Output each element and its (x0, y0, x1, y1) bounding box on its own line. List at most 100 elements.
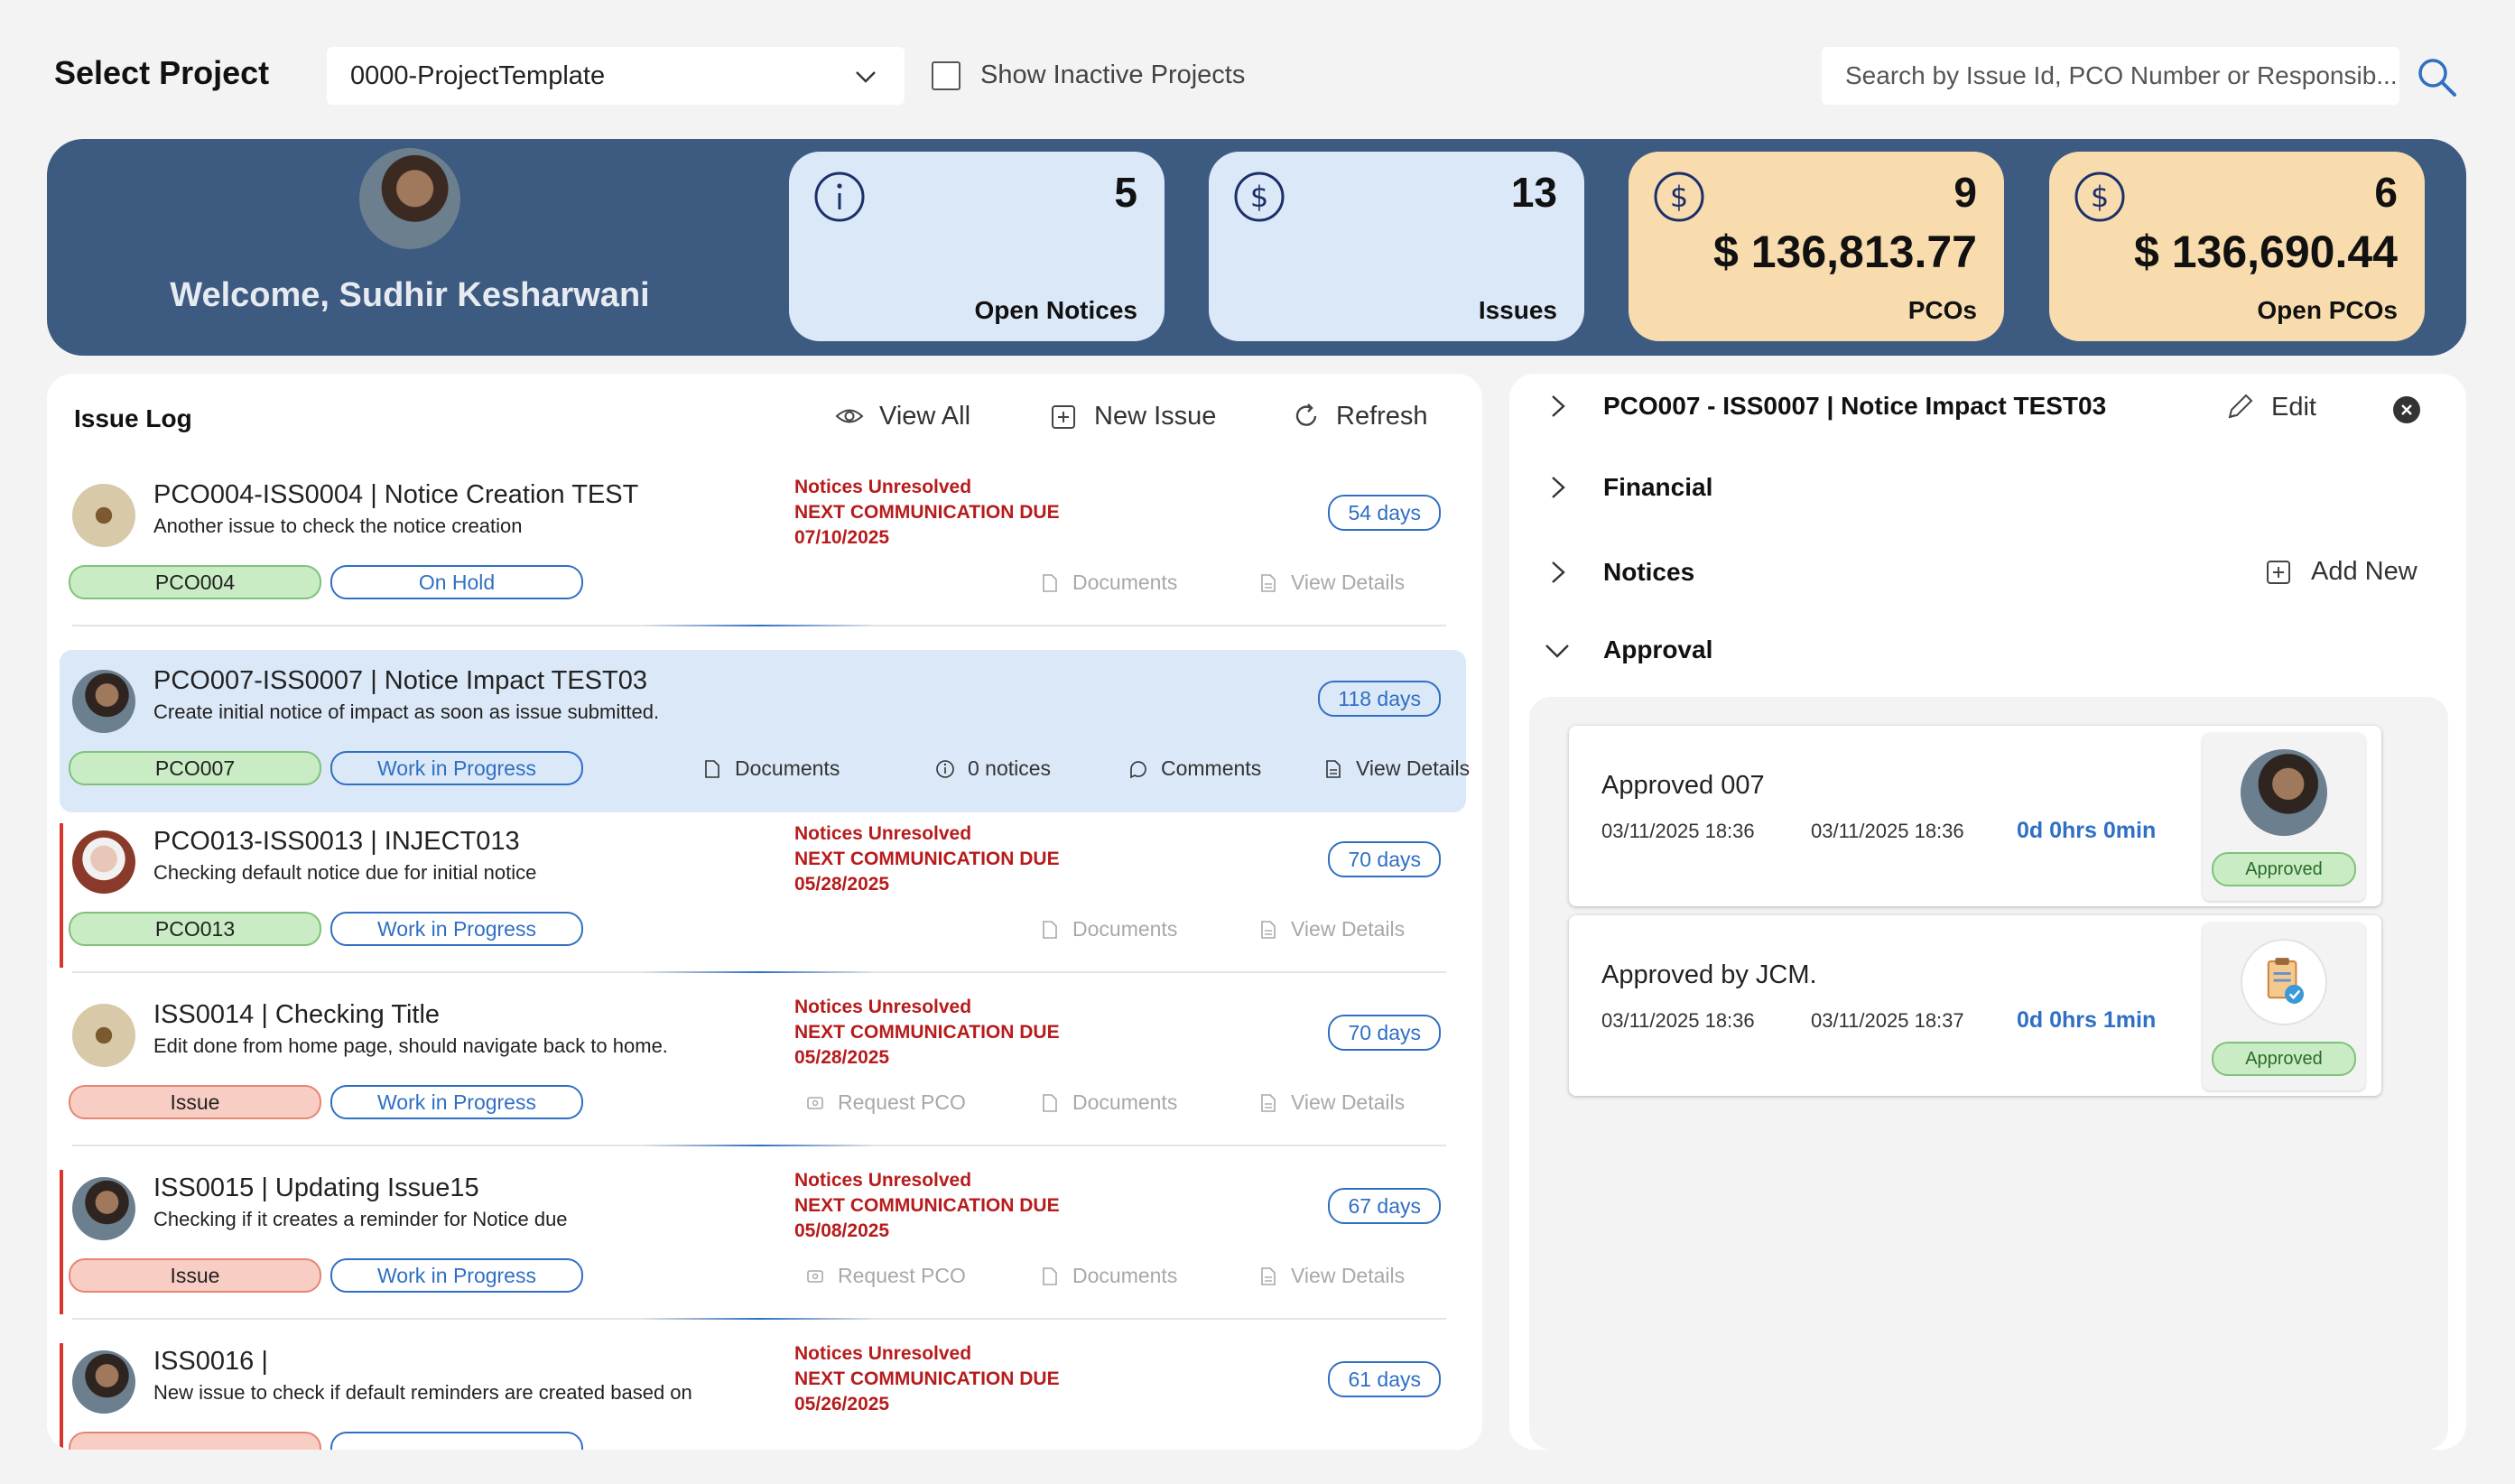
issues-card[interactable]: $ 13 Issues (1209, 152, 1584, 341)
days-badge: 70 days (1328, 1015, 1441, 1051)
view-details-link[interactable]: View Details (1323, 756, 1470, 781)
documents-link[interactable]: Documents (1040, 1090, 1177, 1115)
view-details-label: View Details (1356, 756, 1471, 780)
warning-line: NEXT COMMUNICATION DUE (794, 1368, 1060, 1389)
issue-tag: Issue (69, 1085, 321, 1119)
card-label: Open Notices (974, 296, 1137, 324)
documents-link[interactable]: Documents (1040, 1264, 1177, 1288)
issue-row[interactable]: PCO004-ISS0004 | Notice Creation TEST An… (60, 464, 1466, 626)
status-badge[interactable]: Work in Progress (330, 1085, 583, 1119)
avatar (72, 830, 135, 894)
project-dropdown[interactable]: 0000-ProjectTemplate (327, 47, 905, 105)
view-details-link[interactable]: View Details (1258, 1264, 1405, 1288)
view-details-label: View Details (1291, 1264, 1406, 1287)
card-amount: $ 136,690.44 (2134, 227, 2398, 277)
notice-warning: Notices Unresolved NEXT COMMUNICATION DU… (794, 475, 1060, 551)
chevron-right-icon (1552, 395, 1565, 417)
notices-link[interactable]: 0 notices (935, 756, 1051, 781)
close-icon[interactable] (2392, 395, 2421, 424)
search-input[interactable]: Search by Issue Id, PCO Number or Respon… (1822, 47, 2399, 105)
issue-subtitle: Edit done from home page, should navigat… (153, 1034, 668, 1057)
approval-section-toggle[interactable]: Approval (1544, 635, 1712, 664)
warning-date: 05/26/2025 (794, 1394, 890, 1414)
pcos-card[interactable]: $ 9 $ 136,813.77 PCOs (1629, 152, 2004, 341)
issue-row[interactable]: ISS0015 | Updating Issue15 Checking if i… (60, 1157, 1466, 1320)
new-issue-button[interactable]: New Issue (1049, 401, 1216, 431)
row-divider (72, 625, 1446, 626)
select-project-label: Select Project (54, 54, 270, 91)
show-inactive-toggle[interactable]: Show Inactive Projects (932, 60, 1245, 90)
add-new-label: Add New (2311, 556, 2418, 586)
documents-label: Documents (1072, 570, 1178, 594)
issue-row[interactable]: ISS0014 | Checking Title Edit done from … (60, 984, 1466, 1146)
comment-icon (1130, 760, 1146, 778)
add-box-icon (1052, 405, 1075, 429)
open-pcos-card[interactable]: $ 6 $ 136,690.44 Open PCOs (2049, 152, 2425, 341)
days-badge: 70 days (1328, 841, 1441, 877)
row-divider (72, 1145, 1446, 1146)
issue-subtitle: New issue to check if default reminders … (153, 1381, 692, 1404)
comments-label: Comments (1161, 756, 1262, 780)
open-notices-card[interactable]: 5 Open Notices (789, 152, 1165, 341)
dollar-icon: $ (1234, 172, 1285, 222)
welcome-text: Welcome, Sudhir Kesharwani (170, 276, 650, 314)
avatar (2241, 749, 2327, 836)
top-bar: Select Project 0000-ProjectTemplate Show… (0, 0, 2515, 135)
view-details-link[interactable]: View Details (1258, 1090, 1405, 1115)
status-badge[interactable]: Work in Progress (330, 751, 583, 785)
status-badge[interactable]: On Hold (330, 565, 583, 599)
approval-item[interactable]: Approved by JCM. 03/11/2025 18:36 03/11/… (1569, 915, 2381, 1096)
card-label: Open PCOs (2257, 296, 2398, 324)
chevron-right-icon (1552, 477, 1565, 498)
request-pco-link[interactable]: Request PCO (805, 1264, 966, 1288)
detail-header-title: PCO007 - ISS0007 | Notice Impact TEST03 (1603, 392, 2107, 420)
issue-row[interactable]: ISS0016 | New issue to check if default … (60, 1331, 1466, 1450)
documents-label: Documents (1072, 1090, 1178, 1114)
approval-start-date: 03/11/2025 18:36 (1601, 820, 1755, 842)
issue-row[interactable]: PCO013-ISS0013 | INJECT013 Checking defa… (60, 811, 1466, 973)
search-icon[interactable] (2416, 56, 2457, 97)
documents-link[interactable]: Documents (702, 756, 840, 781)
issue-title: ISS0014 | Checking Title (153, 1000, 441, 1029)
warning-date: 05/28/2025 (794, 874, 890, 895)
issue-tag (69, 1432, 321, 1450)
issue-subtitle: Another issue to check the notice creati… (153, 515, 523, 537)
edit-button[interactable]: Edit (2224, 392, 2316, 422)
approval-item[interactable]: Approved 007 03/11/2025 18:36 03/11/2025… (1569, 726, 2381, 906)
financial-section-toggle[interactable]: Financial (1544, 473, 1712, 502)
request-pco-link[interactable]: Request PCO (805, 1090, 966, 1115)
documents-link[interactable]: Documents (1040, 917, 1177, 941)
status-badge[interactable]: Work in Progress (330, 912, 583, 946)
issue-row-selected[interactable]: PCO007-ISS0007 | Notice Impact TEST03 Cr… (60, 650, 1470, 812)
new-issue-label: New Issue (1094, 401, 1217, 431)
avatar (72, 1004, 135, 1067)
card-amount: $ 136,813.77 (1713, 227, 1977, 277)
comments-link[interactable]: Comments (1128, 756, 1261, 781)
days-badge: 54 days (1328, 495, 1441, 531)
issue-title: PCO007-ISS0007 | Notice Impact TEST03 (153, 666, 647, 695)
issue-title: ISS0016 | (153, 1347, 268, 1376)
refresh-button[interactable]: Refresh (1291, 401, 1428, 431)
notices-section-toggle[interactable]: Notices (1544, 558, 1694, 587)
show-inactive-checkbox[interactable] (932, 60, 961, 90)
warning-line: Notices Unresolved (794, 477, 972, 497)
view-details-label: View Details (1291, 570, 1406, 594)
overdue-indicator (60, 1170, 63, 1314)
approval-name: Approved by JCM. (1601, 960, 1817, 989)
pco-tag: PCO013 (69, 912, 321, 946)
view-details-link[interactable]: View Details (1258, 917, 1405, 941)
row-divider (72, 971, 1446, 973)
notice-warning: Notices Unresolved NEXT COMMUNICATION DU… (794, 1341, 1060, 1417)
documents-link[interactable]: Documents (1040, 570, 1177, 595)
status-badge[interactable]: Work in Progress (330, 1258, 583, 1293)
user-avatar (359, 148, 460, 249)
issue-title: ISS0015 | Updating Issue15 (153, 1173, 479, 1202)
detail-header-row[interactable]: PCO007 - ISS0007 | Notice Impact TEST03 (1544, 392, 2106, 421)
issue-subtitle: Checking if it creates a reminder for No… (153, 1208, 568, 1230)
view-details-link[interactable]: View Details (1258, 570, 1405, 595)
status-badge[interactable] (330, 1432, 583, 1450)
add-new-notice-button[interactable]: Add New (2264, 556, 2418, 587)
view-all-button[interactable]: View All (834, 401, 970, 431)
row-divider (72, 1318, 1446, 1320)
documents-label: Documents (1072, 1264, 1178, 1287)
